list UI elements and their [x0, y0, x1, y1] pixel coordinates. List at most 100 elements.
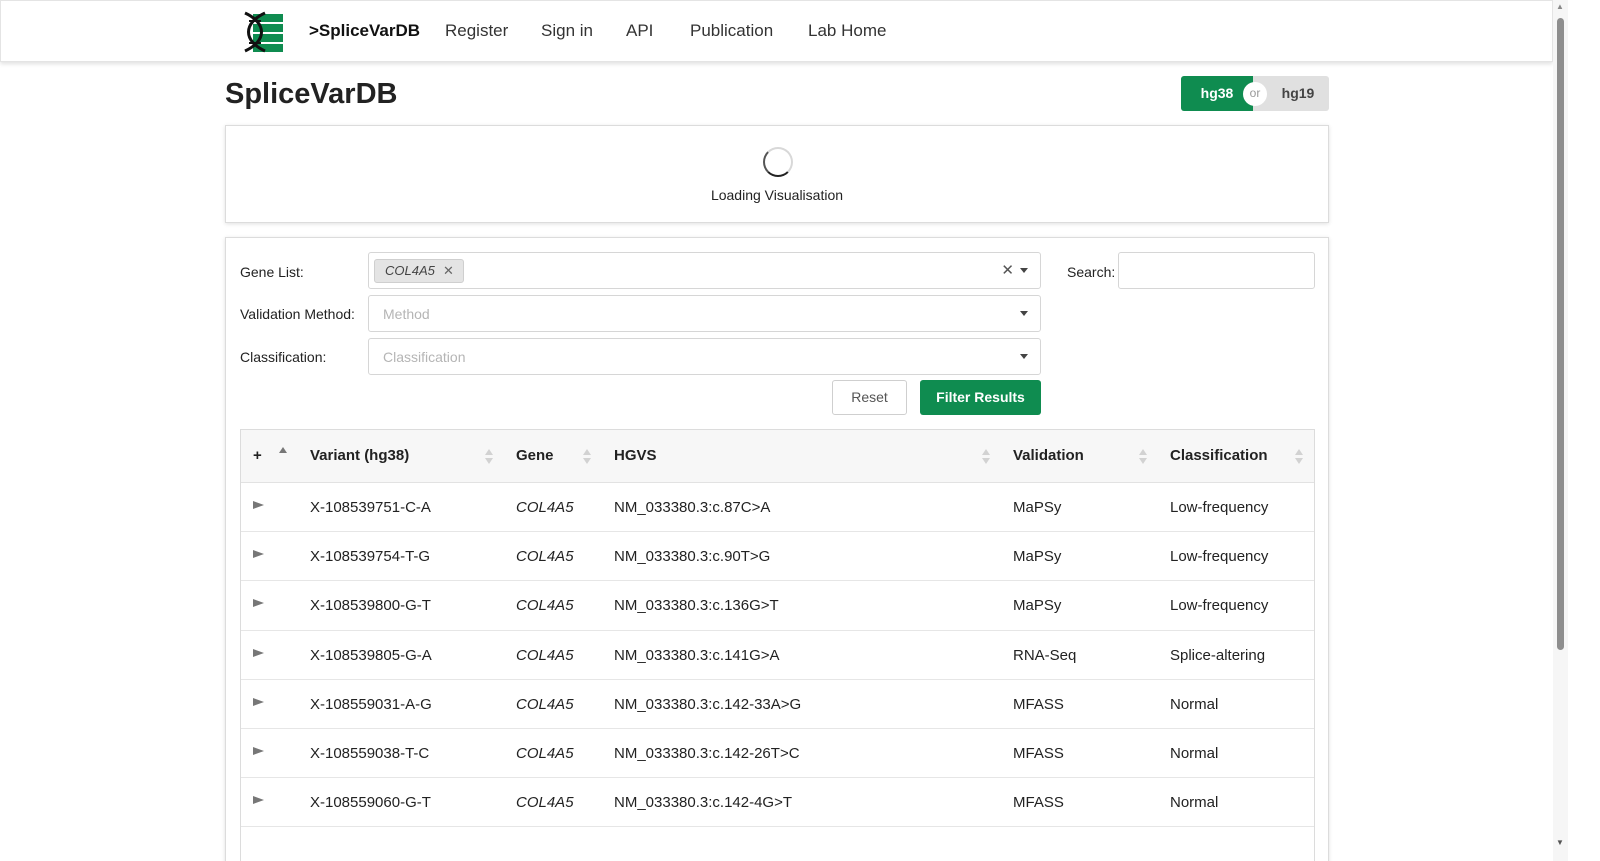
variant-cell: X-108539800-G-T: [310, 597, 431, 615]
expand-row-icon[interactable]: [253, 550, 264, 559]
variant-cell: X-108539805-G-A: [310, 646, 432, 664]
nav-publication-link[interactable]: Publication: [690, 21, 773, 41]
table-row[interactable]: X-108539805-G-A COL4A5 NM_033380.3:c.141…: [241, 631, 1314, 680]
search-input[interactable]: [1118, 252, 1315, 289]
brand-link[interactable]: >SpliceVarDB: [309, 21, 420, 41]
col-header-validation[interactable]: Validation: [1013, 447, 1084, 464]
chevron-down-icon[interactable]: [1020, 311, 1028, 316]
validation-method-select[interactable]: Method: [368, 295, 1041, 332]
expand-all-toggle[interactable]: +: [253, 447, 262, 464]
or-separator: or: [1243, 82, 1267, 106]
expand-row-icon[interactable]: [253, 599, 264, 608]
hgvs-cell: NM_033380.3:c.142-33A>G: [614, 695, 802, 713]
hgvs-cell: NM_033380.3:c.142-26T>C: [614, 744, 800, 762]
sort-icon[interactable]: [1295, 449, 1303, 465]
scroll-up-arrow-icon[interactable]: ▲: [1556, 2, 1564, 11]
hgvs-cell: NM_033380.3:c.136G>T: [614, 597, 779, 615]
hg19-button[interactable]: hg19: [1267, 76, 1329, 111]
expand-row-icon[interactable]: [253, 697, 264, 706]
table-body: X-108539751-C-A COL4A5 NM_033380.3:c.87C…: [241, 483, 1314, 828]
gene-chip-label: COL4A5: [385, 263, 435, 278]
loading-spinner-icon: [763, 147, 793, 177]
gene-list-label: Gene List:: [240, 264, 304, 280]
page-scrollbar[interactable]: ▲ ▼: [1553, 0, 1568, 861]
expand-row-icon[interactable]: [253, 648, 264, 657]
sort-icon[interactable]: [485, 449, 493, 465]
hgvs-cell: NM_033380.3:c.90T>G: [614, 548, 771, 566]
validation-cell: RNA-Seq: [1013, 646, 1077, 664]
col-header-classification[interactable]: Classification: [1170, 447, 1268, 464]
table-row[interactable]: X-108539751-C-A COL4A5 NM_033380.3:c.87C…: [241, 483, 1314, 533]
validation-cell: MFASS: [1013, 794, 1064, 812]
hgvs-cell: NM_033380.3:c.141G>A: [614, 646, 780, 664]
sort-asc-icon[interactable]: [279, 447, 287, 463]
table-header: + Variant (hg38) Gene HGVS Validation Cl…: [241, 430, 1314, 483]
nav-register-link[interactable]: Register: [445, 21, 508, 41]
gene-cell: COL4A5: [516, 597, 574, 615]
col-header-hgvs[interactable]: HGVS: [614, 447, 657, 464]
validation-cell: MaPSy: [1013, 548, 1062, 566]
gene-cell: COL4A5: [516, 646, 574, 664]
visualisation-panel: Loading Visualisation: [225, 125, 1329, 223]
sort-icon[interactable]: [583, 449, 591, 465]
genome-build-toggle[interactable]: hg38 hg19 or: [1181, 76, 1329, 111]
gene-cell: COL4A5: [516, 744, 574, 762]
sort-icon[interactable]: [1139, 449, 1147, 465]
nav-api-link[interactable]: API: [626, 21, 653, 41]
scroll-down-arrow-icon[interactable]: ▼: [1556, 838, 1564, 847]
variant-cell: X-108559038-T-C: [310, 744, 430, 762]
col-header-variant[interactable]: Variant (hg38): [310, 447, 409, 464]
table-row[interactable]: X-108559031-A-G COL4A5 NM_033380.3:c.142…: [241, 680, 1314, 729]
gene-cell: COL4A5: [516, 695, 574, 713]
nav-signin-link[interactable]: Sign in: [541, 21, 593, 41]
gene-chip: COL4A5 ✕: [374, 259, 464, 283]
table-row[interactable]: X-108539754-T-G COL4A5 NM_033380.3:c.90T…: [241, 532, 1314, 582]
chevron-down-icon[interactable]: [1020, 268, 1028, 273]
classification-select[interactable]: Classification: [368, 338, 1041, 375]
classification-placeholder: Classification: [383, 349, 466, 365]
remove-chip-icon[interactable]: ✕: [443, 260, 454, 282]
table-row[interactable]: X-108559060-G-T COL4A5 NM_033380.3:c.142…: [241, 778, 1314, 828]
clear-selection-icon[interactable]: ✕: [1001, 261, 1014, 279]
hgvs-cell: NM_033380.3:c.142-4G>T: [614, 794, 793, 812]
table-row[interactable]: X-108539800-G-T COL4A5 NM_033380.3:c.136…: [241, 581, 1314, 631]
reset-button[interactable]: Reset: [832, 380, 907, 415]
gene-list-select[interactable]: COL4A5 ✕ ✕: [368, 252, 1041, 289]
gene-cell: COL4A5: [516, 794, 574, 812]
chevron-down-icon[interactable]: [1020, 354, 1028, 359]
nav-lab-home-link[interactable]: Lab Home: [808, 21, 886, 41]
variants-table: + Variant (hg38) Gene HGVS Validation Cl…: [240, 429, 1315, 861]
expand-row-icon[interactable]: [253, 796, 264, 805]
scrollbar-thumb[interactable]: [1557, 18, 1564, 650]
classification-cell: Low-frequency: [1170, 548, 1269, 566]
classification-cell: Low-frequency: [1170, 499, 1269, 516]
validation-method-placeholder: Method: [383, 306, 430, 322]
dna-logo-icon[interactable]: [241, 11, 285, 53]
validation-cell: MaPSy: [1013, 597, 1062, 615]
sort-icon[interactable]: [982, 449, 990, 465]
gene-cell: COL4A5: [516, 499, 574, 516]
validation-cell: MaPSy: [1013, 499, 1062, 516]
validation-cell: MFASS: [1013, 744, 1064, 762]
loading-text: Loading Visualisation: [710, 187, 844, 203]
expand-row-icon[interactable]: [253, 501, 264, 509]
variant-cell: X-108559060-G-T: [310, 794, 431, 812]
classification-cell: Normal: [1170, 794, 1219, 812]
classification-cell: Splice-altering: [1170, 646, 1266, 664]
classification-cell: Low-frequency: [1170, 597, 1269, 615]
classification-cell: Normal: [1170, 695, 1219, 713]
filter-results-button[interactable]: Filter Results: [920, 380, 1041, 415]
classification-cell: Normal: [1170, 744, 1219, 762]
top-navbar: >SpliceVarDB Register Sign in API Public…: [0, 0, 1553, 62]
variant-cell: X-108539754-T-G: [310, 548, 431, 566]
hgvs-cell: NM_033380.3:c.87C>A: [614, 499, 771, 516]
col-header-gene[interactable]: Gene: [516, 447, 554, 464]
variant-cell: X-108559031-A-G: [310, 695, 432, 713]
search-label: Search:: [1067, 264, 1116, 280]
table-row[interactable]: X-108559038-T-C COL4A5 NM_033380.3:c.142…: [241, 729, 1314, 779]
results-panel: Gene List: COL4A5 ✕ ✕ Validation Method:…: [225, 237, 1329, 861]
classification-label: Classification:: [240, 349, 327, 365]
validation-cell: MFASS: [1013, 695, 1064, 713]
gene-cell: COL4A5: [516, 548, 574, 566]
expand-row-icon[interactable]: [253, 746, 264, 755]
